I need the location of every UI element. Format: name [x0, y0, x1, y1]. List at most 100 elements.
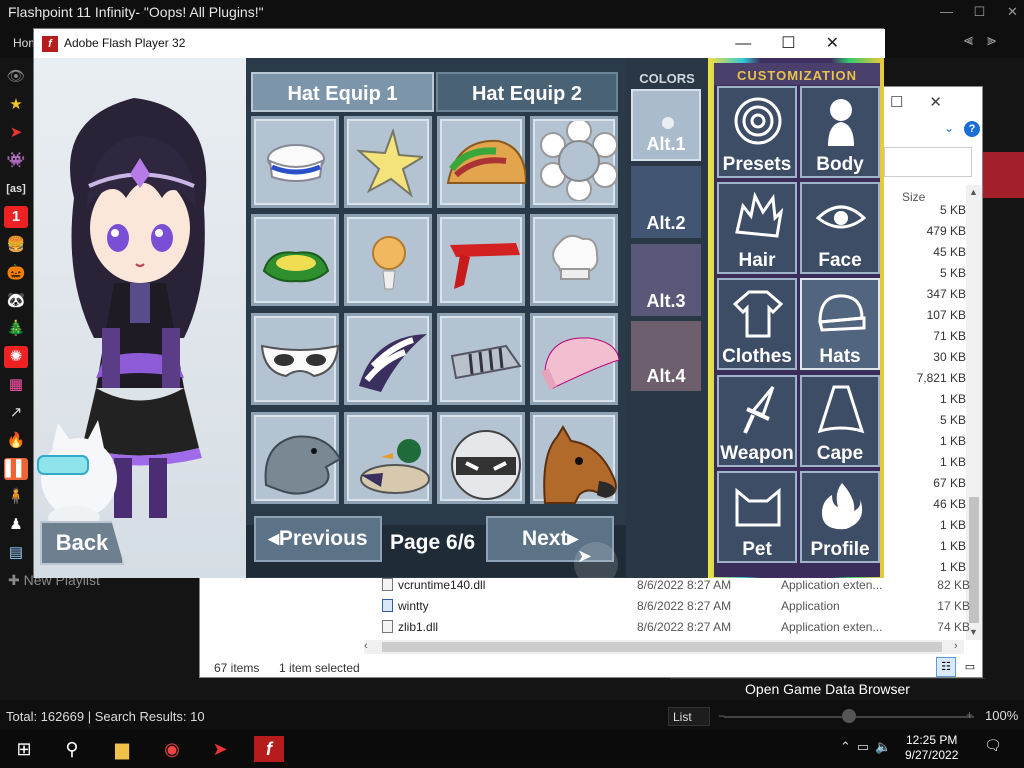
face-button[interactable]: Face	[800, 182, 880, 274]
hat-slot[interactable]	[530, 214, 618, 306]
close-icon[interactable]: ✕	[1001, 0, 1024, 24]
size-cell: 107 KB	[926, 308, 966, 322]
hat-slot[interactable]	[344, 214, 432, 306]
tab-hat-equip-2[interactable]: Hat Equip 2	[436, 72, 618, 112]
hat-slot[interactable]	[344, 313, 432, 405]
horse-mask-icon	[543, 425, 617, 504]
clothes-button[interactable]: Clothes	[717, 278, 797, 370]
hair-button[interactable]: Hair	[717, 182, 797, 274]
back-button[interactable]: Back	[40, 521, 124, 565]
pumpkin-icon[interactable]: 🎃	[4, 262, 28, 284]
file-name: vcruntime140.dll	[398, 578, 486, 592]
scroll-right-icon[interactable]: ›	[954, 640, 958, 652]
tiles-view-icon[interactable]: ▭	[960, 657, 980, 677]
hats-button[interactable]: Hats	[800, 278, 880, 370]
file-date: 8/6/2022 8:27 AM	[637, 599, 732, 613]
sidebar-toggle-icons[interactable]: ⫷⫸	[964, 32, 1010, 50]
share-icon[interactable]: ↗	[4, 402, 28, 424]
system-tray-icons[interactable]: ⌃▭🔈	[840, 739, 897, 755]
hat-slot[interactable]	[344, 412, 432, 504]
hat-slot[interactable]	[251, 214, 339, 306]
color-alt-4[interactable]: Alt.4	[631, 321, 701, 391]
view-toggle[interactable]: ☷ ▭	[936, 657, 980, 677]
hat-slot[interactable]	[530, 116, 618, 208]
search-input[interactable]	[884, 147, 972, 177]
hat-slot[interactable]	[251, 412, 340, 504]
hat-slot[interactable]	[530, 313, 619, 405]
profile-button[interactable]: Profile	[800, 471, 880, 563]
file-row[interactable]: vcruntime140.dll 8/6/2022 8:27 AM Applic…	[380, 575, 980, 596]
color-alt-2[interactable]: Alt.2	[631, 166, 701, 238]
presets-button[interactable]: Presets	[717, 86, 797, 178]
body-button[interactable]: Body	[800, 86, 880, 178]
horizontal-scroll-thumb[interactable]	[382, 642, 942, 652]
file-type: Application exten...	[781, 578, 883, 592]
file-row[interactable]: zlib1.dll 8/6/2022 8:27 AM Application e…	[380, 617, 980, 638]
chrome-icon[interactable]: ◉	[158, 736, 186, 762]
hat-slot[interactable]	[437, 116, 526, 208]
burger-icon[interactable]: 🍔	[4, 234, 28, 256]
taskbar-clock[interactable]: 12:25 PM 9/27/2022	[905, 733, 958, 763]
knight-visor-icon	[450, 344, 522, 380]
hat-slot[interactable]	[437, 412, 525, 504]
hat-slot[interactable]	[437, 214, 525, 306]
face-eye-icon	[816, 205, 866, 229]
size-cell: 1 KB	[939, 518, 966, 532]
blocks-icon[interactable]: ▤	[4, 542, 28, 564]
color-alt-3[interactable]: Alt.3	[631, 244, 701, 316]
hair-label: Hair	[738, 250, 776, 271]
size-cell: 5 KB	[939, 266, 966, 280]
size-column-header[interactable]: Size	[902, 190, 925, 204]
character-icon[interactable]: 🧍	[4, 486, 28, 508]
hat-slot[interactable]	[251, 313, 340, 405]
hat-slot[interactable]	[344, 116, 432, 208]
file-row[interactable]: wintty 8/6/2022 8:27 AM Application 17 K…	[380, 596, 980, 617]
number-one-icon[interactable]: 1	[4, 206, 28, 228]
pet-button[interactable]: Pet	[717, 471, 797, 563]
sound-icon[interactable]: ▌▌	[4, 458, 28, 480]
color-alt-1[interactable]: Alt.1	[631, 89, 701, 161]
zoom-slider-handle[interactable]	[842, 709, 856, 723]
search-icon[interactable]: ⚲	[58, 736, 86, 762]
size-cell: 1 KB	[939, 434, 966, 448]
list-view-select[interactable]: List ⌄	[668, 707, 710, 738]
pixel-icon[interactable]: ▦	[4, 374, 28, 396]
silhouette-icon[interactable]: ♟	[4, 514, 28, 536]
hat-slot[interactable]	[251, 116, 339, 208]
zoom-in-icon[interactable]: +	[966, 708, 973, 722]
eye-icon[interactable]: 👁	[4, 66, 28, 88]
target-icon[interactable]: ✺	[4, 346, 28, 368]
size-cell: 5 KB	[939, 413, 966, 427]
flash-player-taskbar-icon[interactable]: f	[254, 736, 284, 762]
striped-scarf-icon	[359, 334, 427, 392]
cape-button[interactable]: Cape	[800, 375, 880, 467]
scroll-left-icon[interactable]: ‹	[364, 640, 368, 652]
details-view-icon[interactable]: ☷	[936, 657, 956, 677]
file-date: 8/6/2022 8:27 AM	[637, 620, 732, 634]
scroll-up-icon[interactable]: ▲	[969, 187, 978, 197]
maximize-icon[interactable]: ☐	[968, 0, 991, 24]
flash-window-controls[interactable]: —☐✕	[735, 33, 869, 53]
previous-page-button[interactable]: ◂Previous	[254, 516, 382, 562]
hat-slot[interactable]	[437, 313, 525, 405]
chevron-down-icon[interactable]: ⌄	[944, 121, 954, 135]
alt-label: Alt.1	[646, 134, 686, 154]
file-explorer-icon[interactable]: ▆	[108, 736, 136, 762]
minimize-icon[interactable]: —	[935, 0, 958, 24]
panda-icon[interactable]: 🐼	[4, 290, 28, 312]
flashpoint-taskbar-icon[interactable]: ➤	[206, 736, 234, 762]
open-game-data-browser-button[interactable]: Open Game Data Browser	[670, 678, 985, 700]
hat-slot[interactable]	[530, 412, 618, 504]
tab-hat-equip-1[interactable]: Hat Equip 1	[251, 72, 434, 112]
start-icon[interactable]: ⊞	[10, 736, 38, 762]
invader-icon[interactable]: 👾	[4, 150, 28, 172]
help-icon[interactable]: ?	[964, 121, 980, 137]
fire-icon[interactable]: 🔥	[4, 430, 28, 452]
explorer-window-controls[interactable]: ☐✕	[890, 93, 968, 111]
notifications-icon[interactable]: 🗨	[984, 737, 1002, 754]
flashpoint-icon[interactable]: ➤	[4, 122, 28, 144]
tree-icon[interactable]: 🎄	[4, 318, 28, 340]
as-icon[interactable]: [as]	[4, 178, 28, 200]
star-icon[interactable]: ★	[4, 94, 28, 116]
weapon-button[interactable]: Weapon	[717, 375, 797, 467]
